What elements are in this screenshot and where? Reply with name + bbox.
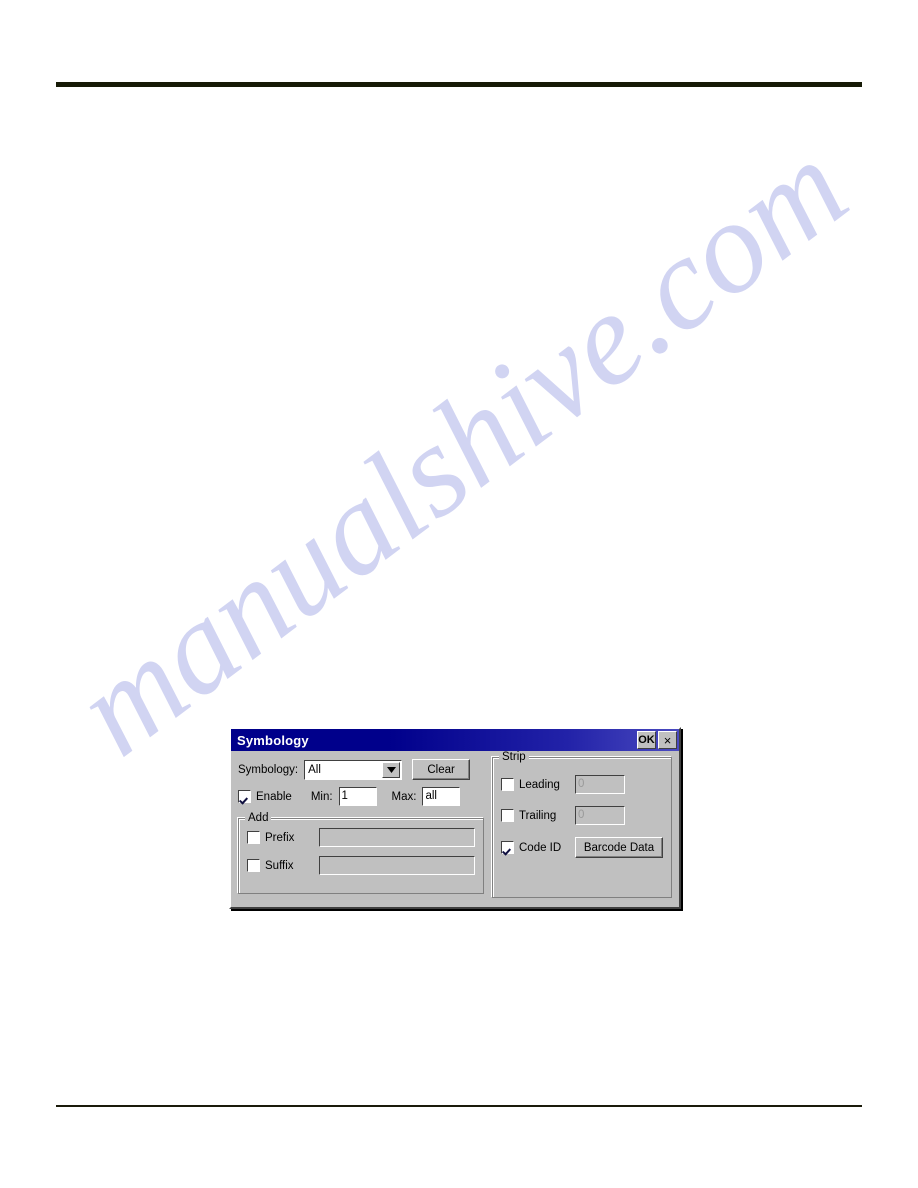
- leading-checkbox[interactable]: Leading: [501, 778, 575, 791]
- dialog-client-area: Symbology: All Clear Enable Min: 1 Max: …: [231, 751, 679, 907]
- left-pane: Symbology: All Clear Enable Min: 1 Max: …: [238, 757, 484, 901]
- watermark-text: manualshive.com: [49, 112, 872, 783]
- strip-group-title: Strip: [499, 751, 529, 763]
- code-id-row: Code ID Barcode Data: [501, 837, 663, 858]
- suffix-input[interactable]: [319, 856, 475, 875]
- checkbox-box: [247, 831, 260, 844]
- min-label: Min:: [310, 790, 333, 803]
- min-input[interactable]: 1: [338, 787, 377, 806]
- suffix-label: Suffix: [265, 859, 294, 872]
- header-rule: [56, 82, 862, 87]
- leading-input[interactable]: 0: [575, 775, 625, 794]
- strip-group: Strip Leading 0 Trailing 0 Code ID Barco…: [492, 751, 672, 898]
- trailing-label: Trailing: [519, 809, 557, 822]
- symbology-row: Symbology: All Clear: [238, 759, 484, 780]
- prefix-label: Prefix: [265, 831, 295, 844]
- prefix-checkbox[interactable]: Prefix: [247, 831, 319, 844]
- enable-row: Enable Min: 1 Max: all: [238, 787, 484, 806]
- symbology-label: Symbology:: [238, 763, 299, 776]
- code-id-label: Code ID: [519, 841, 562, 854]
- document-page: manualshive.com Symbology OK × Symbology…: [0, 0, 918, 1188]
- checkbox-box: [501, 841, 514, 854]
- prefix-row: Prefix: [247, 828, 475, 847]
- close-icon[interactable]: ×: [658, 731, 677, 749]
- prefix-input[interactable]: [319, 828, 475, 847]
- leading-row: Leading 0: [501, 775, 663, 794]
- symbology-dialog: Symbology OK × Symbology: All Clear Enab…: [229, 727, 681, 909]
- dialog-title: Symbology: [237, 732, 309, 748]
- suffix-checkbox[interactable]: Suffix: [247, 859, 319, 872]
- suffix-row: Suffix: [247, 856, 475, 875]
- max-input[interactable]: all: [422, 787, 461, 806]
- checkbox-box: [247, 859, 260, 872]
- symbology-selected-value: All: [308, 763, 321, 776]
- checkbox-box: [238, 790, 251, 803]
- chevron-down-icon[interactable]: [382, 761, 401, 778]
- watermark: manualshive.com: [49, 112, 872, 783]
- footer-rule: [56, 1105, 862, 1107]
- checkbox-box: [501, 809, 514, 822]
- add-group-title: Add: [245, 812, 272, 824]
- clear-button[interactable]: Clear: [412, 759, 471, 780]
- trailing-checkbox[interactable]: Trailing: [501, 809, 575, 822]
- right-pane: Strip Leading 0 Trailing 0 Code ID Barco…: [492, 751, 672, 901]
- checkbox-box: [501, 778, 514, 791]
- barcode-data-button[interactable]: Barcode Data: [575, 837, 663, 858]
- ok-button[interactable]: OK: [637, 731, 656, 749]
- enable-label: Enable: [256, 790, 292, 803]
- max-label: Max:: [391, 790, 417, 803]
- trailing-row: Trailing 0: [501, 806, 663, 825]
- code-id-checkbox[interactable]: Code ID: [501, 841, 575, 854]
- leading-label: Leading: [519, 778, 560, 791]
- symbology-select[interactable]: All: [304, 759, 403, 780]
- trailing-input[interactable]: 0: [575, 806, 625, 825]
- enable-checkbox[interactable]: Enable: [238, 790, 292, 803]
- dialog-titlebar[interactable]: Symbology OK ×: [231, 729, 679, 751]
- add-group: Add Prefix Suffix: [238, 812, 484, 894]
